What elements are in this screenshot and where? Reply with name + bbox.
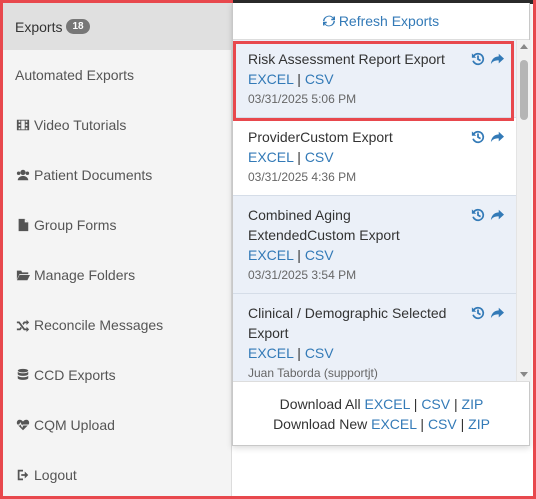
download-new-label: Download New bbox=[273, 416, 372, 432]
export-download-links: EXCEL | CSV bbox=[248, 245, 502, 265]
sidebar-item-label: Video Tutorials bbox=[34, 117, 127, 133]
export-item: Risk Assessment Report Export EXCEL | CS… bbox=[233, 40, 516, 118]
excel-link[interactable]: EXCEL bbox=[248, 71, 293, 87]
sidebar-item-automated-exports[interactable]: Automated Exports bbox=[3, 50, 231, 100]
history-icon[interactable] bbox=[471, 52, 485, 66]
link-separator: | bbox=[297, 247, 305, 263]
random-icon bbox=[15, 318, 31, 332]
download-new-excel-link[interactable]: EXCEL bbox=[371, 416, 416, 432]
share-icon[interactable] bbox=[490, 130, 504, 144]
download-all-csv-link[interactable]: CSV bbox=[421, 396, 450, 412]
excel-link[interactable]: EXCEL bbox=[248, 247, 293, 263]
download-all-label: Download All bbox=[279, 396, 365, 412]
sidebar-item-group-forms[interactable]: Group Forms bbox=[3, 200, 231, 250]
export-item: Combined Aging ExtendedCustom Export EXC… bbox=[233, 196, 516, 294]
export-item: ProviderCustom Export EXCEL | CSV 03/31/… bbox=[233, 118, 516, 196]
export-download-links: EXCEL | CSV bbox=[248, 69, 502, 89]
download-new-row: Download New EXCEL | CSV | ZIP bbox=[273, 414, 490, 434]
excel-link[interactable]: EXCEL bbox=[248, 345, 293, 361]
sidebar-item-patient-documents[interactable]: Patient Documents bbox=[3, 150, 231, 200]
link-separator: | bbox=[297, 71, 305, 87]
history-icon[interactable] bbox=[471, 306, 485, 320]
link-separator: | bbox=[454, 396, 462, 412]
sidebar-item-label: Reconcile Messages bbox=[34, 317, 164, 333]
scroll-up-arrow-icon[interactable] bbox=[520, 44, 528, 49]
history-icon[interactable] bbox=[471, 208, 485, 222]
csv-link[interactable]: CSV bbox=[305, 345, 334, 361]
refresh-exports-label: Refresh Exports bbox=[338, 13, 440, 29]
download-all-zip-link[interactable]: ZIP bbox=[462, 396, 484, 412]
database-icon bbox=[15, 368, 31, 382]
exports-scrollbar[interactable] bbox=[516, 40, 530, 381]
export-title: Risk Assessment Report Export bbox=[248, 51, 445, 67]
download-new-csv-link[interactable]: CSV bbox=[428, 416, 457, 432]
excel-link[interactable]: EXCEL bbox=[248, 149, 293, 165]
sidebar-item-ccd-exports[interactable]: CCD Exports bbox=[3, 350, 231, 400]
download-new-zip-link[interactable]: ZIP bbox=[468, 416, 490, 432]
csv-link[interactable]: CSV bbox=[305, 149, 334, 165]
sidebar-item-video-tutorials[interactable]: Video Tutorials bbox=[3, 100, 231, 150]
sidebar-item-reconcile-messages[interactable]: Reconcile Messages bbox=[3, 300, 231, 350]
link-separator: | bbox=[297, 149, 305, 165]
export-title: ProviderCustom Export bbox=[248, 129, 393, 145]
export-timestamp: 03/31/2025 5:06 PM bbox=[248, 92, 357, 106]
export-download-links: EXCEL | CSV bbox=[248, 147, 502, 167]
sidebar-item-label: Logout bbox=[34, 467, 77, 483]
csv-link[interactable]: CSV bbox=[305, 247, 334, 263]
folder-open-icon bbox=[15, 268, 31, 282]
history-icon[interactable] bbox=[471, 130, 485, 144]
export-actions bbox=[471, 130, 504, 144]
exports-list: Risk Assessment Report Export EXCEL | CS… bbox=[233, 40, 516, 381]
sidebar-item-label: CQM Upload bbox=[34, 417, 115, 433]
export-title: Combined Aging ExtendedCustom Export bbox=[248, 207, 400, 243]
sidebar-item-logout[interactable]: Logout bbox=[3, 450, 231, 499]
export-timestamp: 03/31/2025 3:54 PM bbox=[248, 268, 357, 282]
scroll-down-arrow-icon[interactable] bbox=[520, 372, 528, 377]
sign-out-icon bbox=[15, 468, 31, 482]
download-footer: Download All EXCEL | CSV | ZIP Download … bbox=[233, 381, 530, 446]
export-download-links: EXCEL | CSV bbox=[248, 343, 502, 363]
share-icon[interactable] bbox=[490, 208, 504, 222]
sidebar-item-exports[interactable]: Exports 18 bbox=[3, 3, 231, 50]
csv-link[interactable]: CSV bbox=[305, 71, 334, 87]
exports-dropdown-panel: Refresh Exports Risk Assessment Report E… bbox=[232, 3, 530, 446]
export-actions bbox=[471, 306, 504, 320]
exports-count-badge: 18 bbox=[66, 19, 90, 34]
film-icon bbox=[15, 118, 31, 132]
sidebar-item-manage-folders[interactable]: Manage Folders bbox=[3, 250, 231, 300]
refresh-icon bbox=[322, 15, 335, 27]
sidebar-item-label: Exports bbox=[15, 18, 63, 35]
sidebar-item-label: Manage Folders bbox=[34, 267, 136, 283]
export-author: Juan Taborda (supportjt) bbox=[248, 366, 378, 380]
share-icon[interactable] bbox=[490, 306, 504, 320]
scroll-thumb[interactable] bbox=[520, 60, 528, 120]
heartbeat-icon bbox=[15, 418, 31, 432]
share-icon[interactable] bbox=[490, 52, 504, 66]
sidebar-item-label: Patient Documents bbox=[34, 167, 153, 183]
export-item: Clinical / Demographic Selected Export E… bbox=[233, 294, 516, 381]
refresh-exports-button[interactable]: Refresh Exports bbox=[233, 3, 529, 40]
download-all-row: Download All EXCEL | CSV | ZIP bbox=[280, 394, 484, 414]
export-timestamp: 03/31/2025 4:36 PM bbox=[248, 170, 357, 184]
sidebar-item-label: CCD Exports bbox=[34, 367, 116, 383]
link-separator: | bbox=[297, 345, 305, 361]
link-separator: | bbox=[420, 416, 428, 432]
sidebar-item-label: Automated Exports bbox=[15, 67, 135, 83]
sidebar-item-cqm-upload[interactable]: CQM Upload bbox=[3, 400, 231, 450]
sidebar-item-label: Group Forms bbox=[34, 217, 117, 233]
export-actions bbox=[471, 52, 504, 66]
download-all-excel-link[interactable]: EXCEL bbox=[365, 396, 410, 412]
export-title: Clinical / Demographic Selected Export bbox=[248, 305, 447, 341]
file-icon bbox=[15, 218, 31, 232]
sidebar: Exports 18 Automated Exports Video Tutor… bbox=[3, 3, 232, 496]
export-actions bbox=[471, 208, 504, 222]
users-icon bbox=[15, 168, 31, 182]
